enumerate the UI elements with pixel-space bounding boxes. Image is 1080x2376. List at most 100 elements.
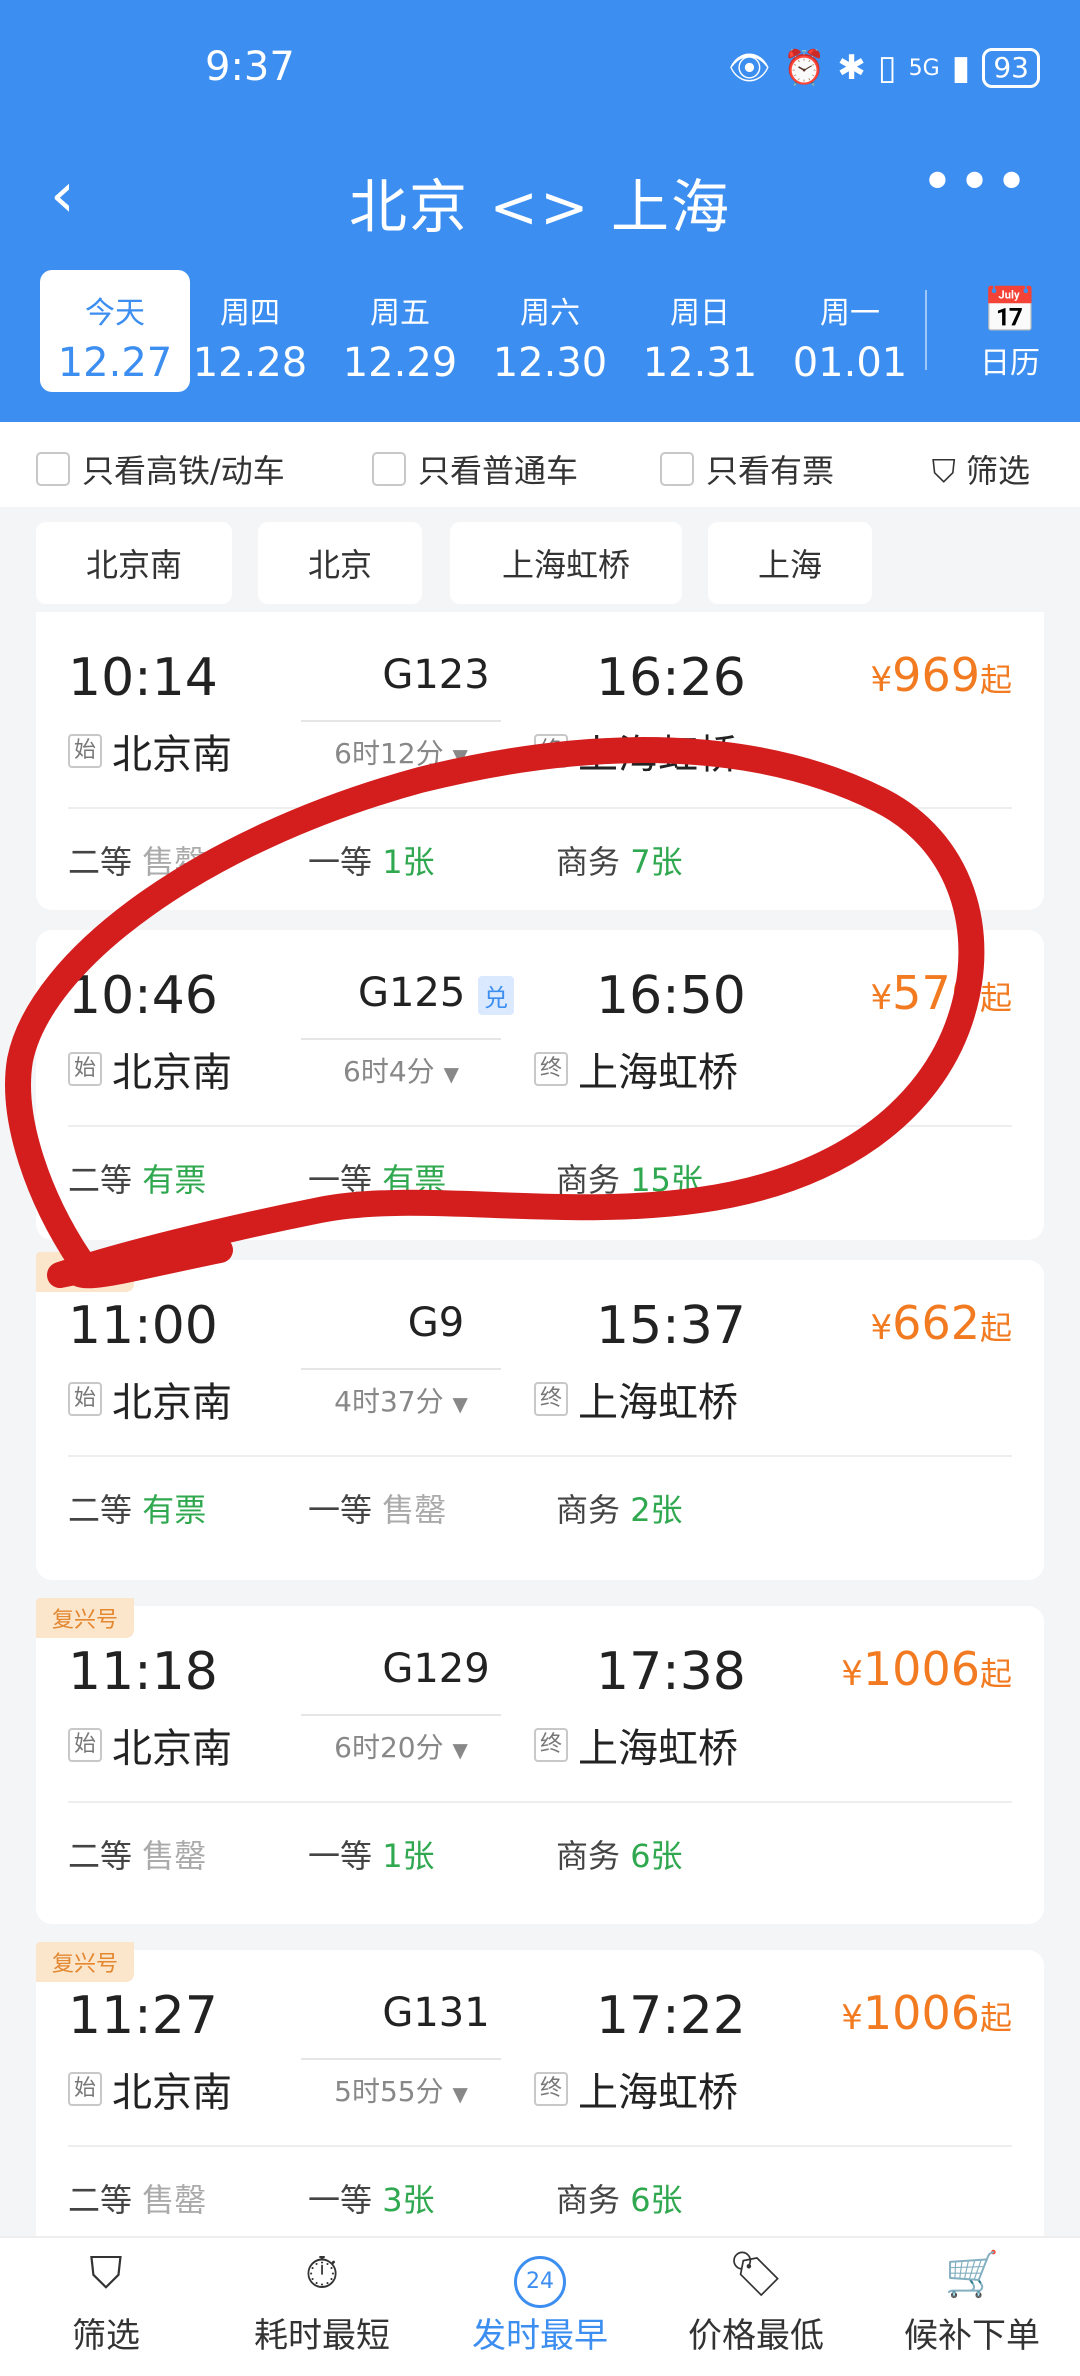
price-value: 1006	[862, 1986, 980, 2040]
calendar-icon: 📅	[982, 285, 1038, 336]
signal-label: 5G	[908, 55, 940, 81]
to-station: 终上海虹桥	[534, 2060, 738, 2118]
price-tag-icon: 🏷	[728, 2249, 784, 2300]
terminal-mark: 终	[534, 2072, 568, 2106]
date-tab[interactable]: 周五 12.29	[325, 270, 475, 392]
station-name: 北京南	[112, 2070, 232, 2116]
arrival-time: 15:37	[596, 1296, 746, 1356]
filter-label: 只看高铁/动车	[82, 452, 285, 490]
clock-24-icon: 24	[440, 2248, 640, 2308]
duration[interactable]: 6时20分 ▼	[301, 1714, 501, 1766]
from-station: 始北京南	[68, 2060, 232, 2118]
date-tab[interactable]: 周四 12.28	[175, 270, 325, 392]
tab-label: 耗时最短	[254, 2316, 390, 2356]
departure-time: 10:14	[68, 648, 218, 708]
arrival-time: 17:22	[596, 1986, 746, 2046]
from-station: 始北京南	[68, 1370, 232, 1428]
station-name: 上海虹桥	[578, 1050, 738, 1096]
departure-time: 11:27	[68, 1986, 218, 2046]
date-weekday: 周四	[220, 296, 280, 331]
date-tab-today[interactable]: 今天 12.27	[40, 270, 190, 392]
departure-time: 11:00	[68, 1296, 218, 1356]
divider	[68, 807, 1012, 809]
date-tab[interactable]: 周六 12.30	[475, 270, 625, 392]
funnel-icon: ⛉	[89, 2248, 123, 2299]
tab-waitlist-order[interactable]: 🛒 候补下单	[872, 2248, 1072, 2357]
station-chip[interactable]: 上海虹桥	[450, 522, 682, 604]
seat-first-class: 一等 3张	[308, 2175, 435, 2221]
date-tab[interactable]: 周一 01.01	[775, 270, 925, 392]
duration[interactable]: 5时55分 ▼	[301, 2058, 501, 2110]
battery-icon: 93	[982, 48, 1040, 88]
filter-button[interactable]: ⛉ 筛选	[932, 446, 1030, 492]
price-unit: 起	[979, 1309, 1012, 1347]
train-list-page: 9:37 👁 ⏰ ✱ ▯ 5G ▮ 93 ‹ 北京 <> 上海 ••• 今天 1…	[0, 0, 1080, 2376]
train-number: G123	[382, 652, 490, 698]
seat-status: 6张	[630, 1837, 683, 1875]
alarm-icon: ⏰	[783, 48, 826, 88]
date-weekday: 周五	[370, 296, 430, 331]
departure-time: 11:18	[68, 1642, 218, 1702]
date-value: 12.29	[342, 340, 458, 386]
duration-text: 6时4分	[343, 1055, 435, 1088]
seat-first-class: 一等 1张	[308, 1831, 435, 1877]
seat-status: 1张	[382, 843, 435, 881]
chevron-down-icon: ▼	[452, 1392, 468, 1416]
train-card[interactable]: 复兴号 11:18 G129 6时20分 ▼ 17:38 始北京南 终上海虹桥 …	[36, 1598, 1044, 1924]
train-card[interactable]: 10:14 G123 6时12分 ▼ 16:26 始北京南 终上海虹桥 ¥969…	[36, 612, 1044, 910]
station-name: 北京南	[112, 1726, 232, 1772]
price-value: 576	[892, 966, 980, 1020]
seat-status: 有票	[382, 1161, 447, 1199]
train-number: G131	[382, 1990, 490, 2036]
to-station: 终上海虹桥	[534, 1716, 738, 1774]
duration-text: 5时55分	[334, 2075, 444, 2108]
seat-class: 二等	[68, 1491, 133, 1529]
to-station: 终上海虹桥	[534, 1370, 738, 1428]
tab-lowest-price[interactable]: 🏷 价格最低	[656, 2248, 856, 2357]
cart-plus-icon: 🛒	[944, 2249, 1000, 2300]
divider	[68, 1455, 1012, 1457]
price-unit: 起	[979, 1999, 1012, 2037]
filter-row: 只看高铁/动车 只看普通车 只看有票 ⛉ 筛选	[0, 422, 1080, 507]
station-chip[interactable]: 北京南	[36, 522, 232, 604]
station-chip[interactable]: 上海	[708, 522, 872, 604]
date-value: 01.01	[792, 340, 908, 386]
eye-icon: 👁	[727, 48, 772, 88]
nav-bar: ‹ 北京 <> 上海 •••	[0, 140, 1080, 250]
duration-text: 4时37分	[334, 1385, 444, 1418]
tab-shortest-duration[interactable]: ⏱ 耗时最短	[222, 2248, 422, 2357]
tab-earliest-departure[interactable]: 24 发时最早	[440, 2248, 640, 2357]
station-name: 北京南	[112, 732, 232, 778]
departure-time: 10:46	[68, 966, 218, 1026]
more-icon[interactable]: •••	[921, 150, 1032, 215]
filter-normal-train[interactable]: 只看普通车	[372, 446, 578, 492]
calendar-button[interactable]: 📅 日历	[955, 284, 1065, 382]
station-name: 上海虹桥	[578, 1380, 738, 1426]
duration[interactable]: 6时4分 ▼	[301, 1038, 501, 1090]
checkbox-icon	[660, 452, 694, 486]
station-name: 上海虹桥	[578, 732, 738, 778]
arrival-time: 17:38	[596, 1642, 746, 1702]
tab-filter[interactable]: ⛉ 筛选	[6, 2248, 206, 2357]
seat-status: 6张	[630, 2181, 683, 2219]
station-chip[interactable]: 北京	[258, 522, 422, 604]
train-card[interactable]: 10:46 G125 兑 6时4分 ▼ 16:50 始北京南 终上海虹桥 ¥57…	[36, 930, 1044, 1240]
seat-second-class: 二等 售罄	[68, 2175, 206, 2221]
seat-status: 售罄	[142, 843, 207, 881]
from-station: 始北京南	[68, 1716, 232, 1774]
to-station: 终上海虹桥	[534, 722, 738, 780]
origin-mark: 始	[68, 1728, 102, 1762]
date-tab[interactable]: 周日 12.31	[625, 270, 775, 392]
filter-high-speed[interactable]: 只看高铁/动车	[36, 446, 285, 492]
divider	[68, 2145, 1012, 2147]
duration[interactable]: 4时37分 ▼	[301, 1368, 501, 1420]
origin-mark: 始	[68, 2072, 102, 2106]
price: ¥1006起	[841, 1642, 1012, 1696]
train-card[interactable]: 复兴号 11:27 G131 5时55分 ▼ 17:22 始北京南 终上海虹桥 …	[36, 1942, 1044, 2236]
train-card[interactable]: 复兴号 11:00 G9 4时37分 ▼ 15:37 始北京南 终上海虹桥 ¥6…	[36, 1252, 1044, 1580]
seat-status: 15张	[630, 1161, 703, 1199]
date-value: 12.31	[642, 340, 758, 386]
duration[interactable]: 6时12分 ▼	[301, 720, 501, 772]
filter-available[interactable]: 只看有票	[660, 446, 834, 492]
seat-class: 二等	[68, 1161, 133, 1199]
